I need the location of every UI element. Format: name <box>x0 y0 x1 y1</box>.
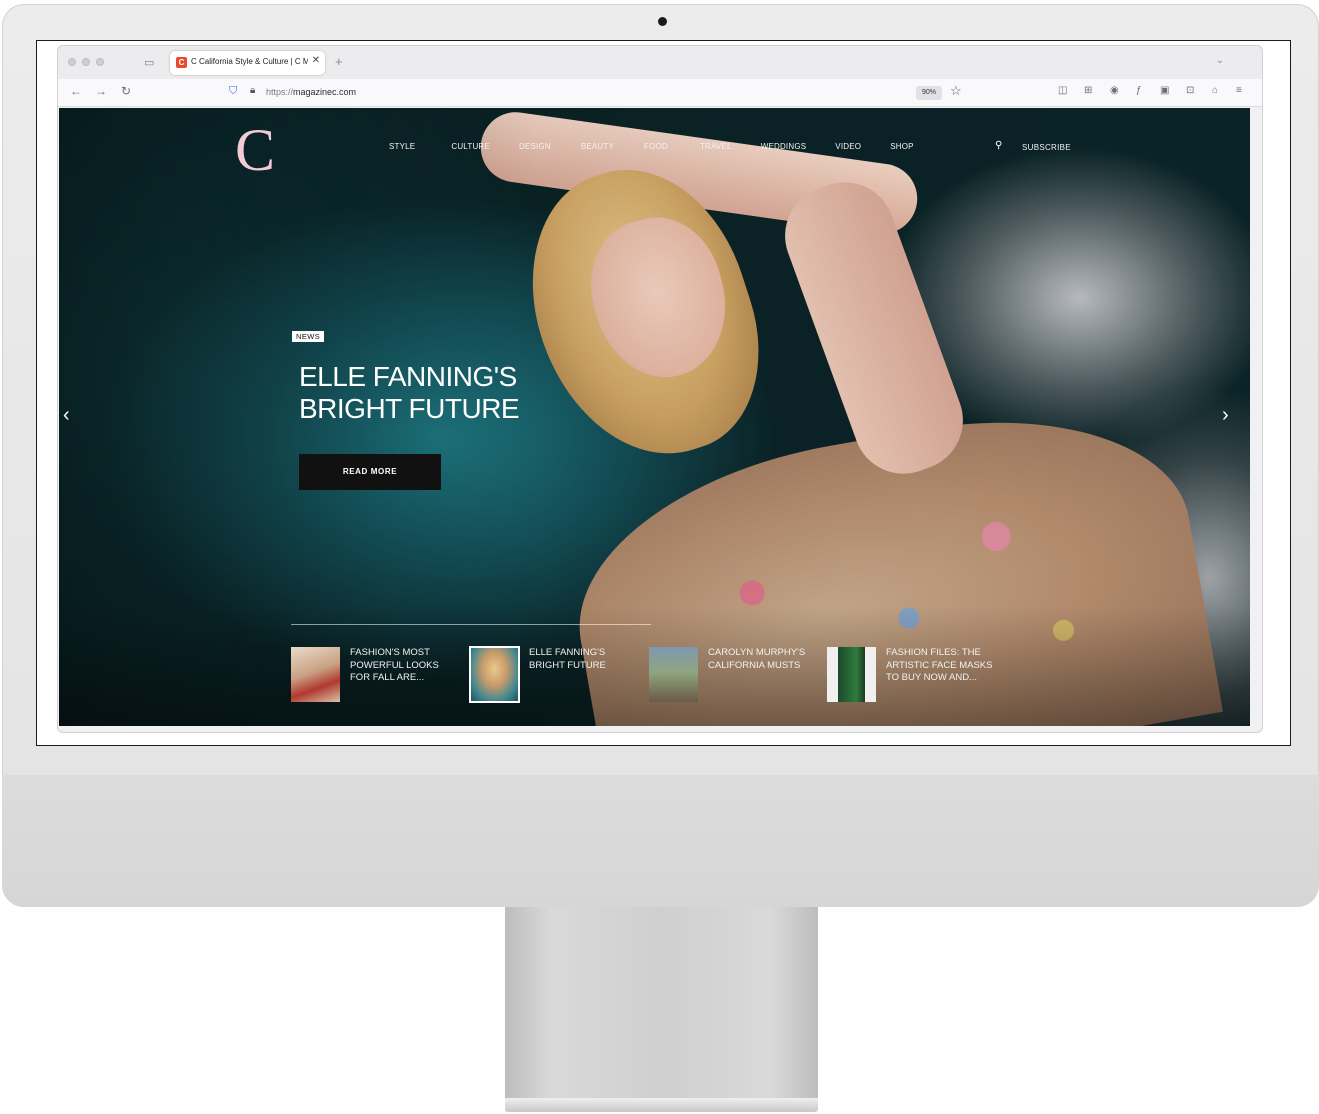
teaser-title: ELLE FANNING'S BRIGHT FUTURE <box>529 647 606 671</box>
extensions-puzzle-icon[interactable]: ⌂ <box>1212 85 1218 96</box>
camera-icon <box>658 17 667 26</box>
screenshot-icon[interactable]: ⊡ <box>1186 85 1194 96</box>
zoom-level[interactable]: 90% <box>916 86 942 100</box>
tracking-shield-icon[interactable]: ⛉ <box>229 85 237 98</box>
carousel-next-icon[interactable]: › <box>1222 404 1229 427</box>
subscribe-link[interactable]: SUBSCRIBE <box>1022 143 1071 152</box>
menu-item-weddings[interactable]: WEDDINGS <box>761 142 807 151</box>
teaser-thumbnail <box>827 647 876 702</box>
favicon-icon: C <box>176 57 187 68</box>
new-tab-button[interactable]: + <box>335 54 343 69</box>
reload-icon[interactable]: ↻ <box>121 84 131 98</box>
teaser-divider <box>291 624 651 625</box>
lock-icon[interactable]: 🔒︎ <box>250 85 255 96</box>
menu-item-travel[interactable]: TRAVEL <box>700 142 732 151</box>
minimize-window-button[interactable] <box>82 58 90 66</box>
site-logo[interactable]: C <box>235 116 275 185</box>
teaser-thumbnail <box>649 647 698 702</box>
category-badge[interactable]: NEWS <box>292 331 325 342</box>
zoom-window-button[interactable] <box>96 58 104 66</box>
teaser-item[interactable]: FASHION'S MOST POWERFUL LOOKS FOR FALL A… <box>291 647 460 702</box>
teaser-item[interactable]: CAROLYN MURPHY'S CALIFORNIA MUSTS <box>649 647 818 702</box>
teaser-item[interactable]: ELLE FANNING'S BRIGHT FUTURE <box>469 646 639 703</box>
tab-bar: ▭ C C California Style & Culture | C M ✕… <box>58 46 1262 79</box>
menu-item-style[interactable]: STYLE <box>389 142 415 151</box>
imac-chin <box>2 775 1319 907</box>
menu-item-food[interactable]: FOOD <box>644 142 668 151</box>
teaser-title: FASHION FILES: THE ARTISTIC FACE MASKS T… <box>886 647 993 683</box>
tab-groups-icon[interactable]: ▭ <box>144 56 154 69</box>
navigation-bar: ← → ↻ ⛉ 🔒︎ https://magazinec.com 90% ☆ ◫… <box>58 79 1262 107</box>
browser-window: ▭ C C California Style & Culture | C M ✕… <box>57 45 1263 733</box>
url-protocol: https:// <box>266 87 294 97</box>
carousel-prev-icon[interactable]: ‹ <box>63 404 70 427</box>
website-hero: C STYLE CULTURE DESIGN BEAUTY FOOD TRAVE… <box>59 108 1250 726</box>
chevron-down-icon[interactable]: ⌄ <box>1216 55 1224 66</box>
site-menu: STYLE CULTURE DESIGN BEAUTY FOOD TRAVEL … <box>389 142 914 151</box>
teaser-thumbnail <box>469 646 520 703</box>
tab-title: C California Style & Culture | C M <box>191 57 308 66</box>
account-icon[interactable]: ◉ <box>1110 85 1119 96</box>
menu-item-shop[interactable]: SHOP <box>890 142 913 151</box>
imac-stand-foot <box>505 1098 818 1112</box>
menu-item-design[interactable]: DESIGN <box>519 142 551 151</box>
extension-icon[interactable]: ▣ <box>1160 85 1169 96</box>
read-more-button[interactable]: READ MORE <box>299 454 441 490</box>
close-window-button[interactable] <box>68 58 76 66</box>
teaser-title: CAROLYN MURPHY'S CALIFORNIA MUSTS <box>708 647 806 671</box>
teaser-thumbnail <box>291 647 340 702</box>
forward-icon[interactable]: → <box>95 84 107 98</box>
script-icon[interactable]: ƒ <box>1136 85 1142 96</box>
url-field[interactable]: https://magazinec.com <box>266 87 356 97</box>
hero-headline[interactable]: ELLE FANNING'S BRIGHT FUTURE <box>299 361 520 425</box>
menu-item-video[interactable]: VIDEO <box>835 142 861 151</box>
pocket-icon[interactable]: ◫ <box>1058 85 1067 96</box>
url-host: magazinec.com <box>293 87 357 97</box>
imac-stand <box>505 907 818 1099</box>
reader-icon[interactable]: ⊞ <box>1084 85 1092 96</box>
back-icon[interactable]: ← <box>70 84 82 98</box>
hero-headline-line-2: BRIGHT FUTURE <box>299 393 520 424</box>
teaser-title: FASHION'S MOST POWERFUL LOOKS FOR FALL A… <box>350 647 439 683</box>
search-icon[interactable]: ⚲ <box>995 140 1002 151</box>
menu-item-culture[interactable]: CULTURE <box>451 142 490 151</box>
menu-icon[interactable]: ≡ <box>1236 85 1242 96</box>
close-tab-icon[interactable]: ✕ <box>312 55 320 66</box>
menu-item-beauty[interactable]: BEAUTY <box>581 142 614 151</box>
teaser-item[interactable]: FASHION FILES: THE ARTISTIC FACE MASKS T… <box>827 647 996 702</box>
bookmark-star-icon[interactable]: ☆ <box>950 83 962 99</box>
hero-headline-line-1: ELLE FANNING'S <box>299 361 517 392</box>
browser-tab[interactable]: C C California Style & Culture | C M ✕ <box>170 51 325 75</box>
